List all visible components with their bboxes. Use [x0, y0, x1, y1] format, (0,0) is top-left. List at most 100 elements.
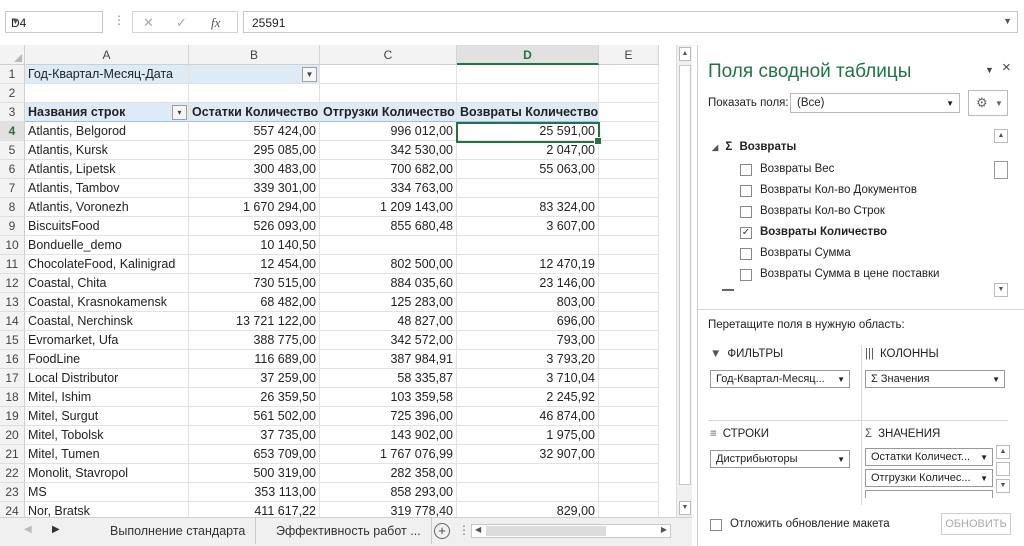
horizontal-scrollbar[interactable]: ◀ ▶ [471, 524, 671, 538]
defer-update-checkbox[interactable] [710, 519, 722, 531]
collapse-icon[interactable]: ◢ [712, 143, 718, 152]
cell[interactable]: 526 093,00 [189, 217, 320, 236]
cell[interactable]: 12 470,19 [457, 255, 599, 274]
cell[interactable] [599, 160, 659, 179]
row-header[interactable]: 21 [0, 445, 25, 464]
chevron-down-icon[interactable]: ▼ [11, 16, 98, 26]
columns-area[interactable]: ||| КОЛОННЫ Σ Значения ▼ [865, 348, 1015, 408]
filters-field-chip[interactable]: Год-Квартал-Месяц... ▼ [710, 370, 850, 388]
field-group[interactable]: ◢ Σ Возвраты [712, 141, 796, 153]
cell[interactable] [599, 502, 659, 517]
chevron-down-icon[interactable]: ▼ [980, 453, 988, 462]
cell[interactable]: 37 259,00 [189, 369, 320, 388]
chevron-down-icon[interactable]: ▼ [992, 375, 1000, 384]
worksheet-grid[interactable]: ABCDE1Год-Квартал-Месяц-ДатаAll23Названи… [0, 45, 668, 517]
cell[interactable]: Monolit, Stavropol [25, 464, 189, 483]
column-header[interactable]: E [599, 45, 659, 65]
cell[interactable] [599, 350, 659, 369]
cell[interactable] [599, 312, 659, 331]
sheet-tab[interactable]: Выполнение стандарта [100, 518, 257, 544]
cell[interactable] [599, 122, 659, 141]
cell[interactable] [457, 483, 599, 502]
name-box[interactable]: D4 ▼ [5, 11, 103, 33]
cell[interactable]: 1 975,00 [457, 426, 599, 445]
show-fields-select[interactable]: (Все) ▼ [790, 93, 960, 113]
cell[interactable]: 32 907,00 [457, 445, 599, 464]
row-header[interactable]: 7 [0, 179, 25, 198]
tab-splitter[interactable]: ⋮ [458, 523, 470, 537]
cell[interactable]: 996 012,00 [320, 122, 457, 141]
cell[interactable]: 295 085,00 [189, 141, 320, 160]
cell[interactable]: 342 530,00 [320, 141, 457, 160]
row-header[interactable]: 4 [0, 122, 25, 141]
cell[interactable] [457, 464, 599, 483]
cell[interactable]: Mitel, Surgut [25, 407, 189, 426]
cell[interactable]: 700 682,00 [320, 160, 457, 179]
checkbox[interactable] [740, 248, 752, 260]
cell[interactable]: Nor, Bratsk [25, 502, 189, 517]
values-field-chip[interactable]: Остатки Количест... ▼ [865, 448, 993, 466]
cell[interactable]: 319 778,40 [320, 502, 457, 517]
cell[interactable] [599, 369, 659, 388]
cell[interactable]: 103 359,58 [320, 388, 457, 407]
cell[interactable]: Остатки Количество [189, 103, 320, 122]
cell[interactable] [599, 141, 659, 160]
scroll-up-icon[interactable]: ▲ [994, 129, 1008, 143]
cell[interactable]: All [189, 65, 320, 84]
cell[interactable]: 12 454,00 [189, 255, 320, 274]
row-label-filter-icon[interactable]: ▾ [172, 105, 187, 120]
cell[interactable]: 557 424,00 [189, 122, 320, 141]
cell[interactable]: 561 502,00 [189, 407, 320, 426]
cell[interactable]: 855 680,48 [320, 217, 457, 236]
cell[interactable]: Mitel, Tobolsk [25, 426, 189, 445]
cell[interactable]: 300 483,00 [189, 160, 320, 179]
cell[interactable]: Год-Квартал-Месяц-Дата [25, 65, 189, 84]
row-header[interactable]: 11 [0, 255, 25, 274]
cell[interactable] [320, 236, 457, 255]
row-header[interactable]: 22 [0, 464, 25, 483]
cell[interactable]: 116 689,00 [189, 350, 320, 369]
row-header[interactable]: 6 [0, 160, 25, 179]
scroll-up-icon[interactable]: ▲ [679, 47, 691, 61]
row-header[interactable]: 18 [0, 388, 25, 407]
cell[interactable] [599, 236, 659, 255]
checkbox[interactable] [740, 269, 752, 281]
row-header[interactable]: 15 [0, 331, 25, 350]
cell[interactable] [599, 217, 659, 236]
cell[interactable] [599, 198, 659, 217]
cell[interactable]: 143 902,00 [320, 426, 457, 445]
row-header[interactable]: 19 [0, 407, 25, 426]
cell[interactable]: Coastal, Chita [25, 274, 189, 293]
cell[interactable]: 829,00 [457, 502, 599, 517]
cell[interactable] [320, 65, 457, 84]
cell[interactable] [25, 84, 189, 103]
row-header[interactable]: 1 [0, 65, 25, 84]
cell[interactable] [457, 236, 599, 255]
cell[interactable]: 26 359,50 [189, 388, 320, 407]
row-header[interactable]: 13 [0, 293, 25, 312]
values-field-chip[interactable]: Отгрузки Количес... ▼ [865, 469, 993, 487]
layout-settings-button[interactable]: ⚙ ▼ [968, 90, 1008, 116]
scroll-left-icon[interactable]: ◀ [475, 525, 481, 534]
row-header[interactable]: 9 [0, 217, 25, 236]
cell[interactable]: Возвраты Количество [457, 103, 599, 122]
cell[interactable]: Bonduelle_demo [25, 236, 189, 255]
cell[interactable]: 696,00 [457, 312, 599, 331]
cell[interactable] [599, 179, 659, 198]
cell[interactable]: 68 482,00 [189, 293, 320, 312]
prev-sheet-icon[interactable]: ◀ [24, 524, 32, 535]
columns-field-chip[interactable]: Σ Значения ▼ [865, 370, 1005, 388]
cell[interactable] [599, 388, 659, 407]
cell[interactable] [599, 274, 659, 293]
filters-area[interactable]: ▼ ФИЛЬТРЫ Год-Квартал-Месяц... ▼ [710, 348, 860, 408]
checkbox[interactable] [740, 164, 752, 176]
cell[interactable] [599, 464, 659, 483]
cell[interactable]: Coastal, Krasnokamensk [25, 293, 189, 312]
row-header[interactable]: 12 [0, 274, 25, 293]
cell[interactable] [599, 407, 659, 426]
select-all-corner[interactable] [0, 45, 25, 65]
scroll-thumb[interactable] [679, 65, 691, 485]
checkbox[interactable] [740, 185, 752, 197]
cell[interactable] [599, 445, 659, 464]
row-header[interactable]: 16 [0, 350, 25, 369]
